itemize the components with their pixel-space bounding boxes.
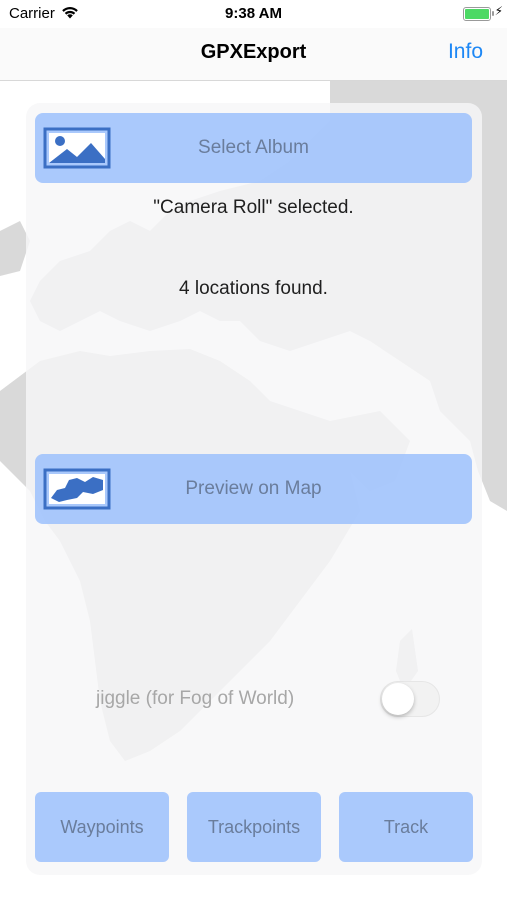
waypoints-label: Waypoints bbox=[60, 817, 144, 837]
jiggle-label: jiggle (for Fog of World) bbox=[96, 688, 295, 709]
track-button[interactable]: Track bbox=[339, 792, 473, 862]
album-selected-text: "Camera Roll" selected. bbox=[153, 197, 354, 218]
navigation-bar: GPXExport Info bbox=[0, 28, 507, 81]
locations-found-text: 4 locations found. bbox=[179, 278, 328, 299]
jiggle-toggle[interactable] bbox=[380, 681, 440, 717]
page-title: GPXExport bbox=[200, 41, 307, 63]
info-button[interactable]: Info bbox=[448, 40, 483, 64]
toggle-knob bbox=[382, 683, 414, 715]
charging-bolt-icon: ⚡ bbox=[494, 4, 503, 18]
preview-on-map-button[interactable]: Preview on Map bbox=[35, 454, 472, 524]
waypoints-button[interactable]: Waypoints bbox=[35, 792, 169, 862]
trackpoints-button[interactable]: Trackpoints bbox=[187, 792, 321, 862]
clock: 9:38 AM bbox=[225, 5, 282, 22]
battery-icon bbox=[463, 7, 494, 21]
status-bar: Carrier 9:38 AM ⚡ bbox=[0, 0, 507, 28]
trackpoints-label: Trackpoints bbox=[207, 817, 301, 837]
preview-on-map-label: Preview on Map bbox=[185, 478, 322, 499]
track-label: Track bbox=[383, 817, 429, 837]
select-album-label: Select Album bbox=[198, 137, 309, 158]
select-album-button[interactable]: Select Album bbox=[35, 113, 472, 183]
